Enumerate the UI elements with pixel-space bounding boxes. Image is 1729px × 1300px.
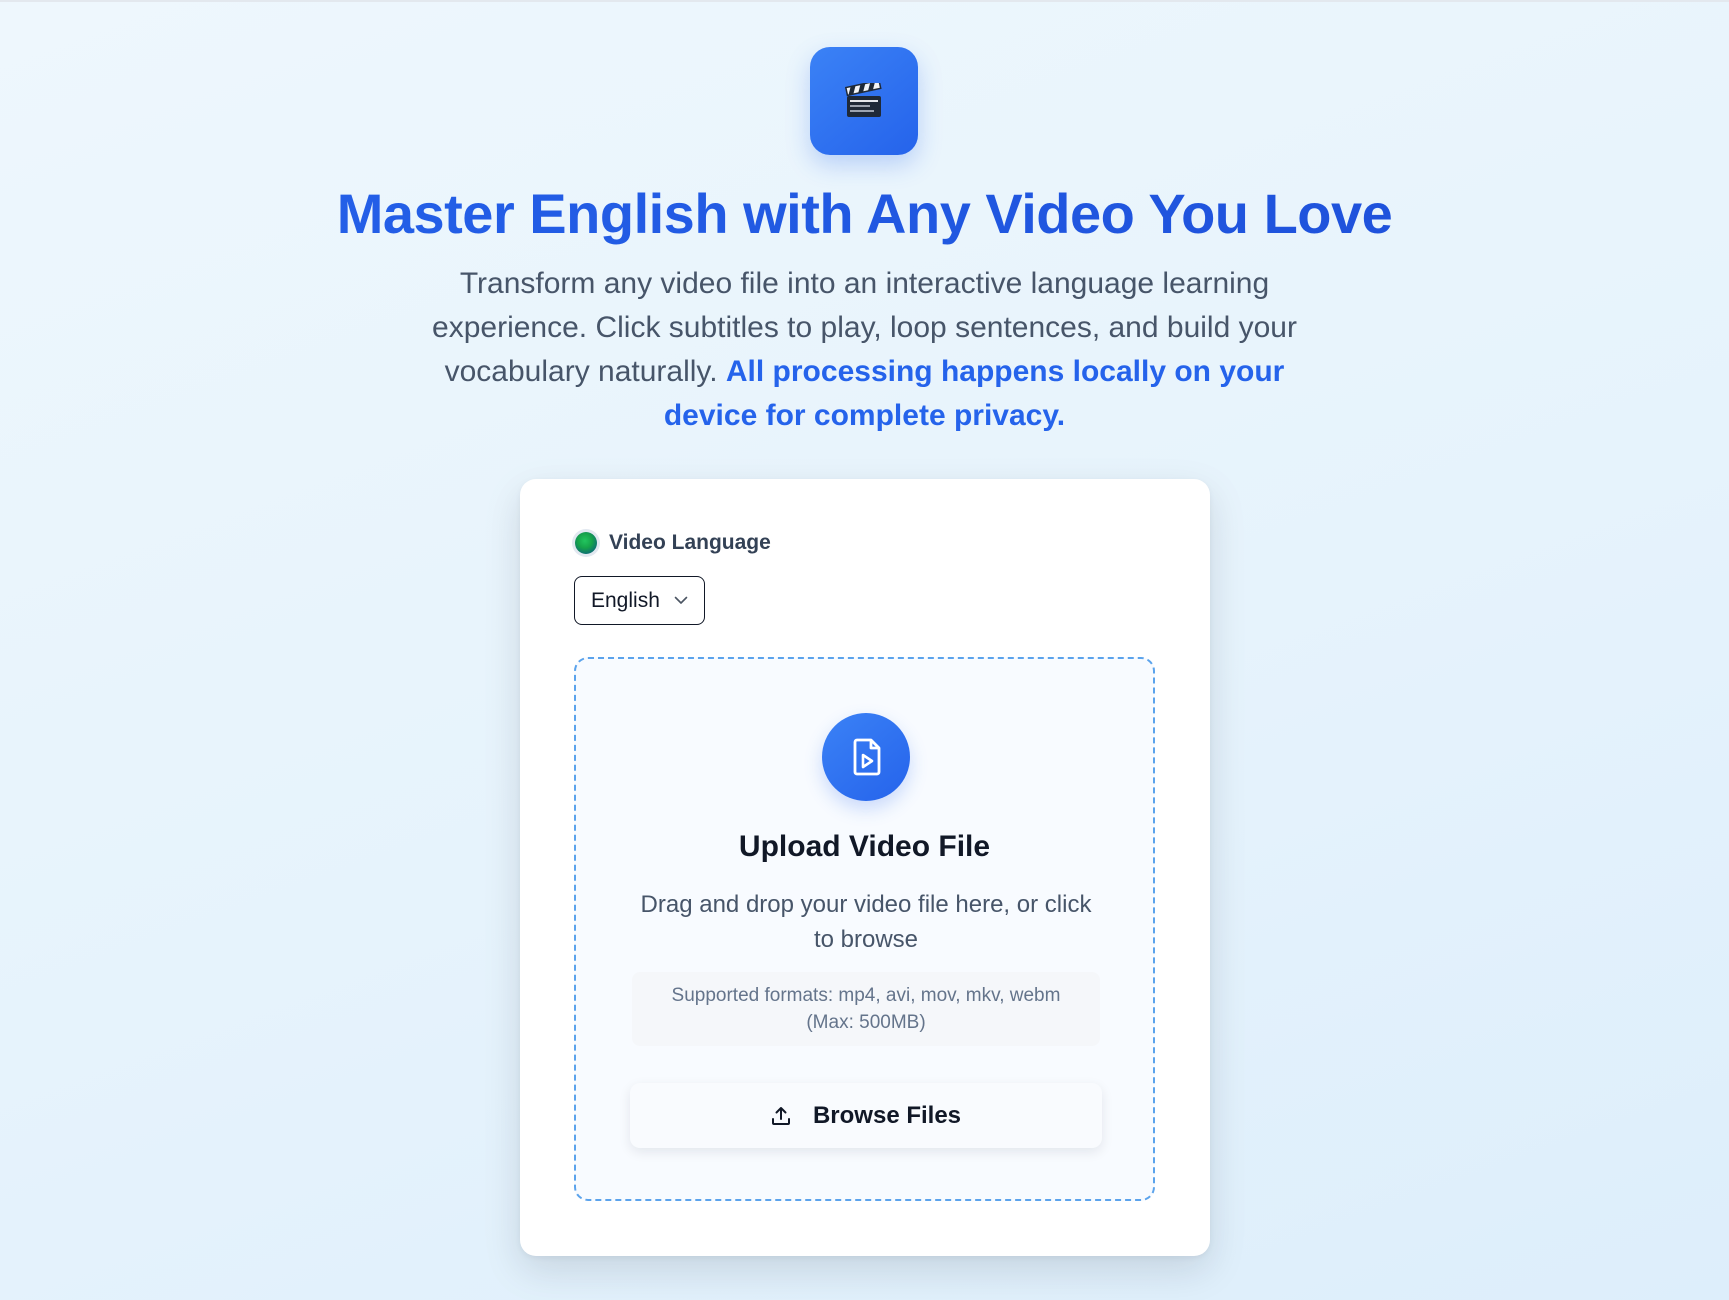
globe-icon — [575, 532, 597, 554]
chevron-down-icon — [674, 596, 688, 605]
file-video-icon — [822, 713, 910, 801]
language-label-row: Video Language — [575, 531, 771, 555]
clapperboard-icon — [845, 83, 883, 119]
language-select-value: English — [591, 588, 660, 612]
browse-files-label: Browse Files — [812, 1101, 962, 1129]
language-label: Video Language — [609, 531, 771, 554]
browse-files-button[interactable]: Browse Files — [630, 1083, 1102, 1148]
language-select[interactable]: English — [574, 576, 705, 625]
upload-description: Drag and drop your video file here, or c… — [640, 891, 1092, 953]
video-dropzone[interactable]: Upload Video File Drag and drop your vid… — [574, 657, 1155, 1201]
privacy-highlight: All processing happens locally on your d… — [663, 355, 1285, 432]
supported-formats: Supported formats: mp4, avi, mov, mkv, w… — [632, 972, 1100, 1046]
upload-title: Upload Video File — [738, 830, 991, 863]
app-logo — [810, 47, 918, 155]
page-title: Master English with Any Video You Love — [0, 178, 1729, 250]
upload-icon — [771, 1106, 791, 1126]
page-subtitle: Transform any video file into an interac… — [414, 262, 1315, 438]
upload-card: Video Language English Upload Video File… — [520, 479, 1210, 1256]
